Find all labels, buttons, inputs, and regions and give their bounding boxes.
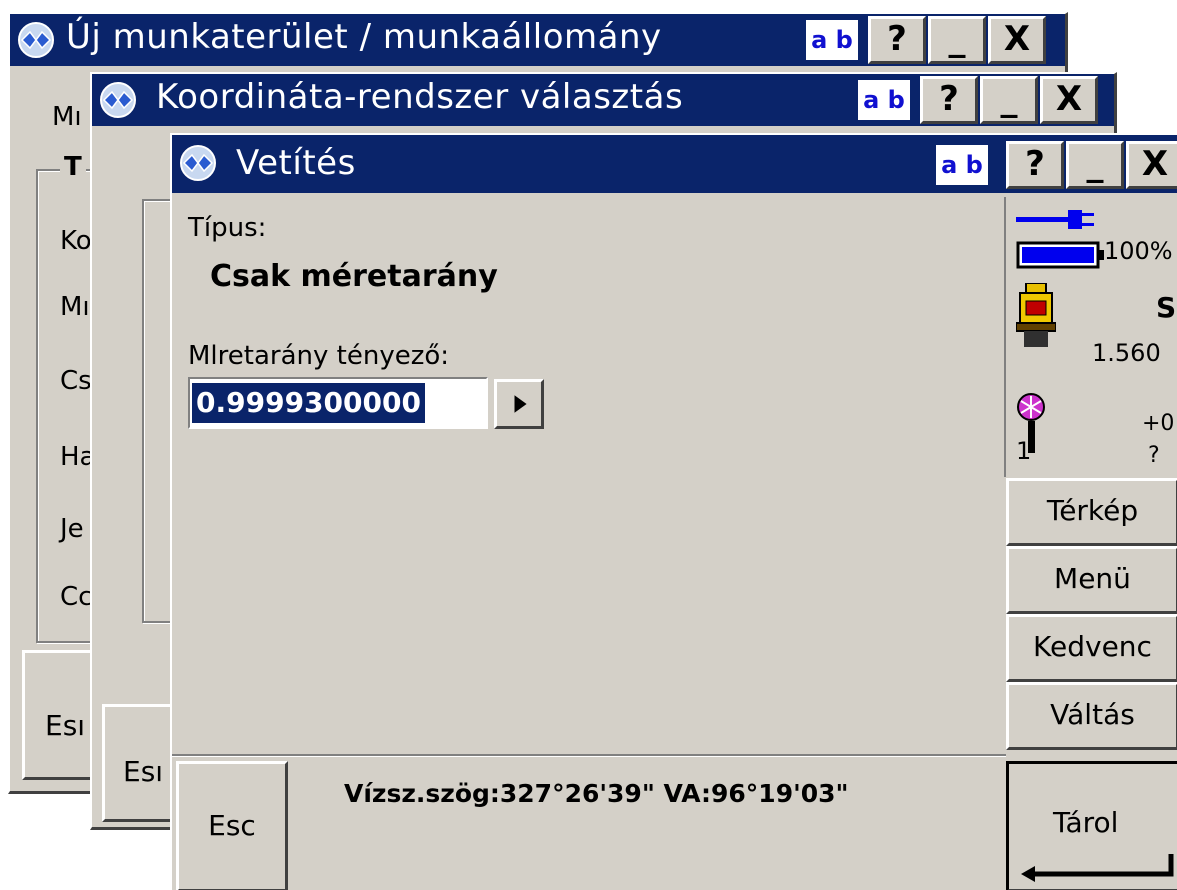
input-mode-indicator[interactable]: a b (858, 80, 910, 120)
close-button[interactable]: X (1040, 76, 1098, 124)
minimize-button[interactable]: _ (980, 76, 1038, 124)
field-label: Mı (52, 102, 82, 132)
instrument-height: 1.560 (1092, 339, 1161, 367)
switch-button[interactable]: Váltás (1006, 682, 1177, 750)
scale-factor-label: Mlretarány tényező: (188, 341, 450, 371)
close-button[interactable]: X (1126, 141, 1177, 189)
favorites-button[interactable]: Kedvenc (1006, 614, 1177, 682)
app-logo-icon (100, 82, 136, 118)
window-projection: Vetítés a b ? _ X Típus: Csak méretarány… (170, 133, 1177, 890)
field-label: Mı (60, 292, 90, 322)
window-title: Vetítés (236, 143, 356, 183)
help-button[interactable]: ? (920, 76, 978, 124)
menu-button[interactable]: Menü (1006, 546, 1177, 614)
app-logo-icon (18, 22, 54, 58)
store-label: Tárol (1053, 806, 1119, 839)
window-title: Koordináta-rendszer választás (156, 77, 684, 117)
enter-key-icon (1021, 854, 1174, 882)
store-button[interactable]: Tárol (1006, 761, 1177, 890)
app-logo-icon (180, 145, 216, 181)
field-label: Ko (60, 226, 92, 256)
field-label: Je (60, 514, 84, 544)
target-height: ? (1148, 443, 1160, 468)
battery-percent: 100% (1104, 237, 1173, 265)
input-mode-indicator[interactable]: a b (806, 20, 858, 60)
scale-factor-arrow-button[interactable] (494, 379, 544, 429)
target-offset: +0 (1142, 411, 1175, 436)
type-label: Típus: (188, 213, 267, 243)
instrument-code: S (1156, 291, 1177, 324)
esc-label: Esı (123, 755, 164, 788)
minimize-button[interactable]: _ (928, 16, 986, 64)
scale-factor-input[interactable]: 0.9999300000 (192, 383, 425, 423)
target-number: 1 (1016, 437, 1032, 465)
content-divider (172, 754, 1006, 757)
titlebar: Koordináta-rendszer választás a b ? _ X (92, 74, 1114, 126)
help-button[interactable]: ? (868, 16, 926, 64)
battery-icon (1016, 241, 1104, 269)
esc-button[interactable]: Esc (176, 761, 288, 890)
angle-status-text: Vízsz.szög:327°26'39" VA:96°19'03" (344, 779, 849, 808)
map-button[interactable]: Térkép (1006, 478, 1177, 546)
esc-label: Esı (45, 709, 86, 742)
field-label: Cs (60, 366, 92, 396)
field-label: Cc (60, 582, 93, 612)
minimize-button[interactable]: _ (1066, 141, 1124, 189)
power-plug-icon (1016, 210, 1094, 229)
arrow-right-icon (514, 395, 527, 413)
type-value: Csak méretarány (210, 259, 498, 294)
help-button[interactable]: ? (1006, 141, 1064, 189)
scale-factor-field[interactable]: 0.9999300000 (188, 377, 488, 429)
total-station-icon (1016, 283, 1056, 347)
status-panel[interactable]: 100% S 1.560 1 +0 ? (1004, 197, 1177, 477)
titlebar: Új munkaterület / munkaállomány a b ? _ … (10, 14, 1065, 66)
window-title: Új munkaterület / munkaállomány (66, 17, 662, 57)
close-button[interactable]: X (988, 16, 1046, 64)
input-mode-indicator[interactable]: a b (936, 145, 988, 185)
titlebar: Vetítés a b ? _ X (172, 135, 1177, 193)
group-label: T (60, 152, 86, 182)
